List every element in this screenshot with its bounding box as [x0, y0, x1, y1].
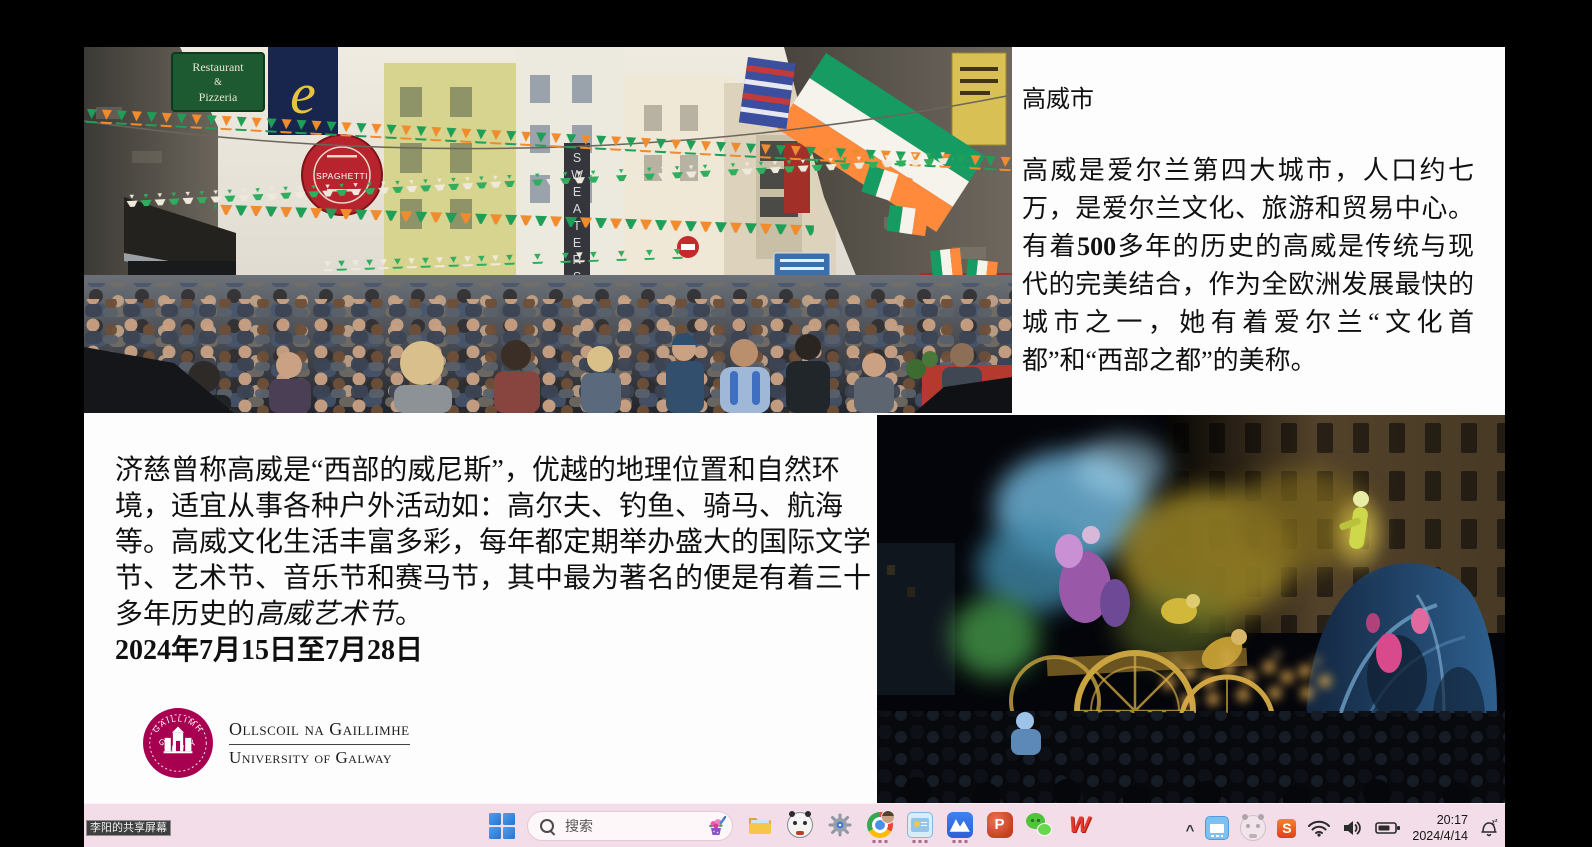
wifi-icon[interactable] — [1307, 819, 1331, 837]
bottom-paragraph-period: 。 — [395, 599, 423, 630]
search-daily-flower-icon — [705, 815, 727, 837]
taskbar: P W ^ S — [84, 803, 1505, 847]
volume-icon[interactable] — [1342, 819, 1364, 837]
focus-assist-bell-icon[interactable]: z z — [1479, 818, 1499, 838]
background-app-icon[interactable] — [1240, 815, 1266, 841]
wps-office-icon[interactable]: W — [1066, 811, 1093, 838]
svg-text:Restaurant: Restaurant — [192, 60, 244, 74]
svg-text:e: e — [290, 61, 316, 126]
bottom-paragraph-text: 济慈曾称高威是“西部的威尼斯”，优越的地理位置和自然环境，适宜从事各种户外活动如… — [115, 455, 871, 630]
restaurant-sign: Restaurant & Pizzeria — [172, 53, 264, 111]
mountain-app-icon[interactable] — [946, 811, 973, 838]
chrome-profile-avatar — [881, 810, 895, 824]
taskbar-search[interactable] — [527, 811, 733, 841]
hidden-icons-chevron[interactable]: ^ — [1186, 822, 1195, 839]
powerpoint-icon[interactable]: P — [986, 811, 1013, 838]
svg-text:z: z — [1495, 818, 1498, 824]
striped-flag — [739, 57, 796, 129]
slide-right-textblock: 高威市 高威是爱尔兰第四大城市，人口约七万，是爱尔兰文化、旅游和贸易中心。有着5… — [1022, 86, 1474, 380]
presentation-slide: Restaurant & Pizzeria e SPAGHETTI — [84, 47, 1505, 803]
screen: Restaurant & Pizzeria e SPAGHETTI — [0, 0, 1592, 847]
university-of-galway-logo: GAILLIMH GALWAY Ollscoil na Gaillimhe Un… — [142, 707, 410, 779]
pinned-apps: P W — [746, 811, 1093, 838]
start-button[interactable] — [489, 813, 515, 839]
university-name-irish: Ollscoil na Gaillimhe — [229, 719, 410, 745]
chrome-browser-icon[interactable] — [866, 811, 893, 838]
bottom-paragraph: 济慈曾称高威是“西部的威尼斯”，优越的地理位置和自然环境，适宜从事各种户外活动如… — [115, 453, 873, 633]
slide-bottom-textblock: 济慈曾称高威是“西部的威尼斯”，优越的地理位置和自然环境，适宜从事各种户外活动如… — [115, 453, 873, 669]
start-icon — [489, 813, 501, 825]
street-crowd — [84, 275, 1012, 413]
whiteboard-app-icon[interactable] — [906, 811, 933, 838]
wechat-icon[interactable] — [1026, 811, 1053, 838]
right-paragraph-bold-number: 500 — [1077, 232, 1116, 261]
system-tray: ^ S — [1186, 809, 1499, 847]
clock-date: 2024/4/14 — [1412, 828, 1468, 844]
slide-title: 高威市 — [1022, 86, 1474, 114]
panda-app-icon[interactable] — [786, 811, 813, 838]
screen-cast-icon[interactable] — [1205, 816, 1229, 840]
university-name-english: University of Galway — [229, 745, 410, 768]
university-wordmark: Ollscoil na Gaillimhe University of Galw… — [229, 719, 410, 768]
festival-name-italic: 高威艺术节 — [255, 599, 395, 630]
macnas-parade-photo — [877, 415, 1505, 803]
screen-share-label: 李阳的共享屏幕 — [86, 820, 171, 836]
clock-time: 20:17 — [1412, 812, 1468, 828]
search-icon — [540, 819, 554, 833]
taskbar-clock[interactable]: 20:17 2024/4/14 — [1412, 812, 1468, 845]
svg-text:SPAGHETTI: SPAGHETTI — [316, 171, 368, 181]
night-crowd — [877, 711, 1505, 803]
sogou-input-icon[interactable]: S — [1277, 819, 1296, 838]
search-input[interactable] — [563, 817, 697, 835]
galway-street-photo: Restaurant & Pizzeria e SPAGHETTI — [84, 47, 1012, 413]
slide-right-paragraph: 高威是爱尔兰第四大城市，人口约七万，是爱尔兰文化、旅游和贸易中心。有着500多年… — [1022, 152, 1474, 380]
file-explorer-icon[interactable] — [746, 811, 773, 838]
festival-dates: 2024年7月15日至7月28日 — [115, 633, 873, 669]
svg-text:&: & — [214, 77, 222, 88]
university-seal-icon: GAILLIMH GALWAY — [142, 707, 214, 779]
svg-text:Pizzeria: Pizzeria — [199, 90, 238, 104]
battery-icon[interactable] — [1375, 821, 1401, 835]
settings-gear-icon[interactable] — [826, 811, 853, 838]
